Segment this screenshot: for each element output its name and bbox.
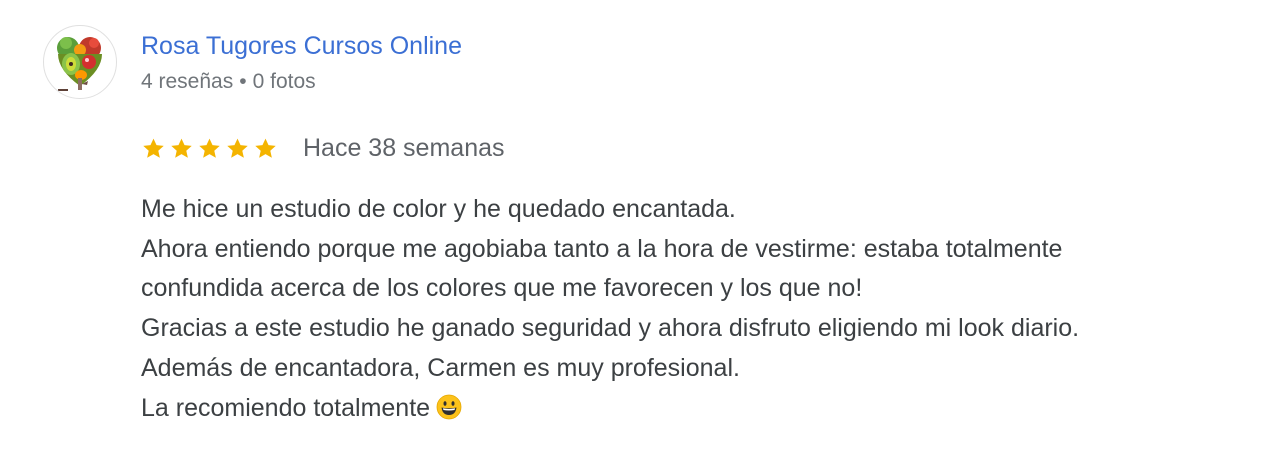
- review-date: Hace 38 semanas: [303, 134, 505, 162]
- grinning-face-icon: [436, 394, 462, 419]
- review-text-line: confundida acerca de los colores que me …: [141, 274, 863, 303]
- review-text-line: Ahora entiendo porque me agobiaba tanto …: [141, 234, 1063, 263]
- author-meta: 4 reseñas • 0 fotos: [141, 68, 316, 96]
- fruit-vegetable-heart-logo-icon: [57, 37, 102, 91]
- reviews-count: 4 reseñas: [141, 70, 234, 93]
- review-text-line: Además de encantadora, Carmen es muy pro…: [141, 353, 740, 382]
- author-name-link[interactable]: Rosa Tugores Cursos Online: [141, 30, 462, 62]
- photos-count: 0 fotos: [252, 70, 316, 93]
- star-icon: [227, 138, 248, 158]
- meta-separator: •: [239, 70, 247, 93]
- review-text-line: Me hice un estudio de color y he quedado…: [141, 195, 736, 223]
- star-rating: [141, 136, 281, 161]
- review-text: Me hice un estudio de color y he quedado…: [141, 190, 1261, 428]
- star-icon: [255, 138, 276, 158]
- author-avatar[interactable]: [43, 25, 117, 99]
- review-text-line: Gracias a este estudio he ganado segurid…: [141, 314, 1080, 343]
- review-card: Rosa Tugores Cursos Online 4 reseñas • 0 f…: [0, 0, 1282, 456]
- rating-row: Hace 38 semanas: [141, 132, 505, 164]
- star-icon: [199, 138, 220, 158]
- star-icon: [143, 138, 164, 158]
- review-text-last-line: La recomiendo totalmente: [141, 389, 1261, 429]
- star-icon: [171, 138, 192, 158]
- review-text-line: La recomiendo totalmente: [141, 393, 431, 422]
